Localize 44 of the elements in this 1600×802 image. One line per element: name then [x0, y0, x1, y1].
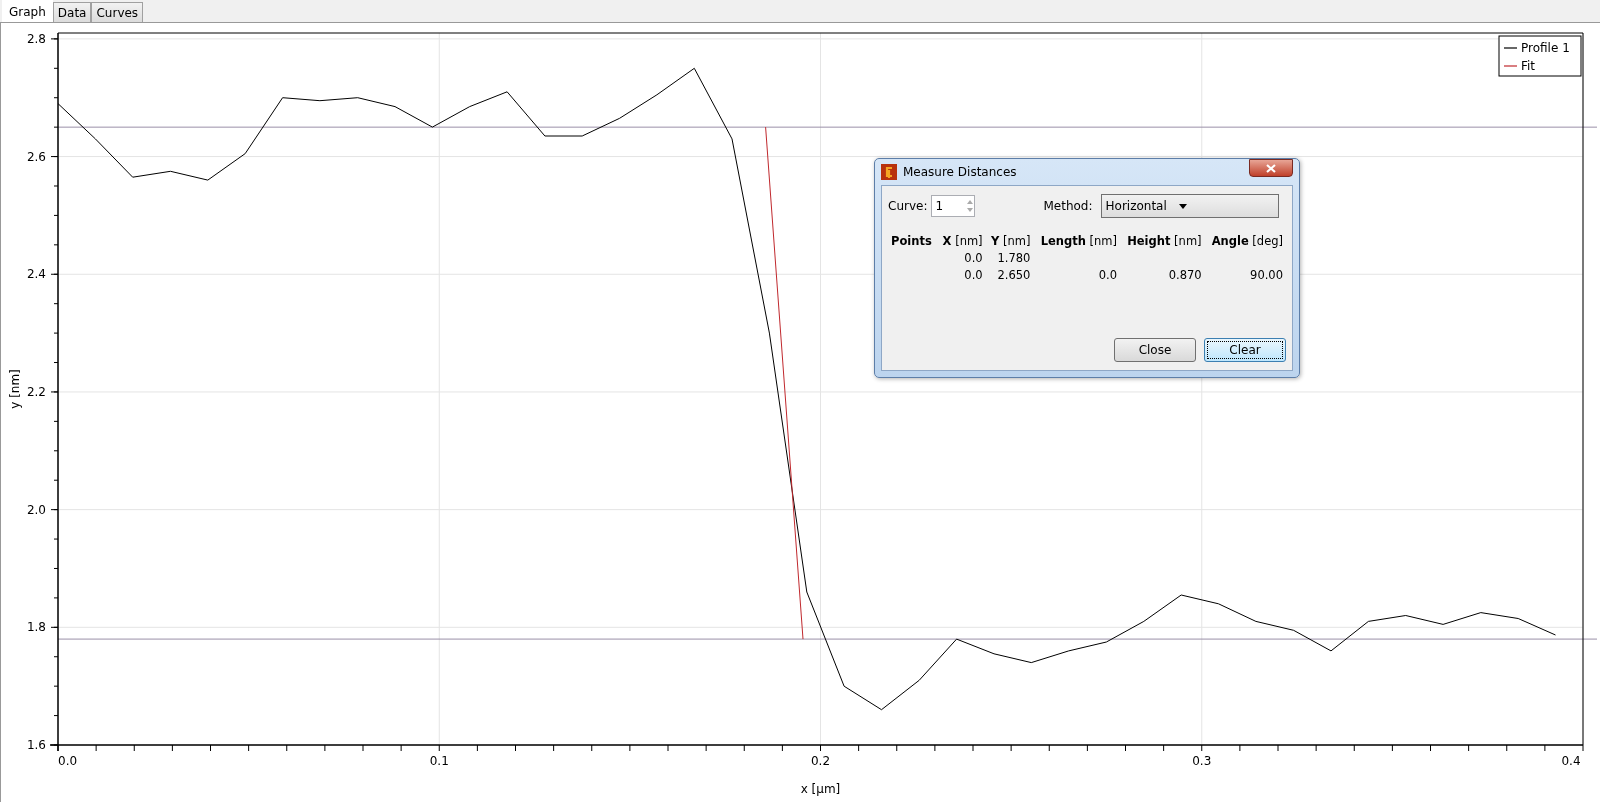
spin-arrows-icon	[966, 198, 975, 214]
curve-label: Curve:	[888, 199, 928, 213]
dialog-button[interactable]: Clear	[1204, 338, 1286, 362]
caret-icon	[1178, 203, 1187, 209]
app-icon	[881, 164, 897, 180]
tick-label: 2.2	[26, 384, 46, 399]
tab[interactable]: Data	[52, 2, 92, 22]
close-button[interactable]	[1249, 159, 1293, 177]
method-dropdown[interactable]: Horizontal	[1100, 194, 1279, 218]
column-header: Angle [deg]	[1210, 234, 1284, 250]
dialog-title: Measure Distances	[903, 165, 1017, 179]
column-header: Height [nm]	[1126, 234, 1203, 250]
tick-label: 1.8	[26, 620, 46, 635]
tick-label: 0.2	[810, 754, 831, 768]
tick-label: 2.6	[26, 149, 46, 164]
table-cell: 90.00	[1250, 268, 1283, 282]
table-cell: 0.0	[964, 251, 983, 265]
axis-title: y [nm]	[8, 369, 22, 409]
table-cell: 0.870	[1168, 268, 1202, 282]
tick-label: 1.6	[26, 738, 46, 752]
column-header: Points	[890, 234, 933, 250]
tick-label: 0.3	[1192, 754, 1212, 768]
legend-label: Profile 1	[1521, 41, 1570, 55]
method-label: Method:	[1043, 199, 1093, 213]
tick-label: 0.4	[1561, 754, 1581, 768]
dialog-button[interactable]: Close	[1114, 338, 1196, 362]
curve-spinbox[interactable]: 1	[931, 195, 976, 217]
tab[interactable]: Graph	[2, 0, 53, 22]
column-header: Y [nm]	[989, 234, 1032, 250]
tick-label: 0.0	[58, 754, 78, 768]
table-cell: 0.0	[1098, 268, 1117, 282]
tick-label: 2.4	[26, 267, 46, 282]
axis-title: x [µm]	[800, 782, 841, 796]
close-icon	[1266, 163, 1276, 173]
column-header: X [nm]	[941, 234, 984, 250]
table-cell: 2.650	[997, 268, 1031, 282]
column-header: Length [nm]	[1039, 234, 1118, 250]
tick-label: 2.0	[26, 502, 46, 517]
table-cell: 1.780	[997, 251, 1031, 265]
tick-label: 0.1	[429, 754, 449, 768]
tick-label: 2.8	[26, 31, 46, 46]
legend-label: Fit	[1521, 59, 1536, 73]
tab[interactable]: Curves	[91, 2, 144, 22]
table-cell: 0.0	[964, 268, 983, 282]
